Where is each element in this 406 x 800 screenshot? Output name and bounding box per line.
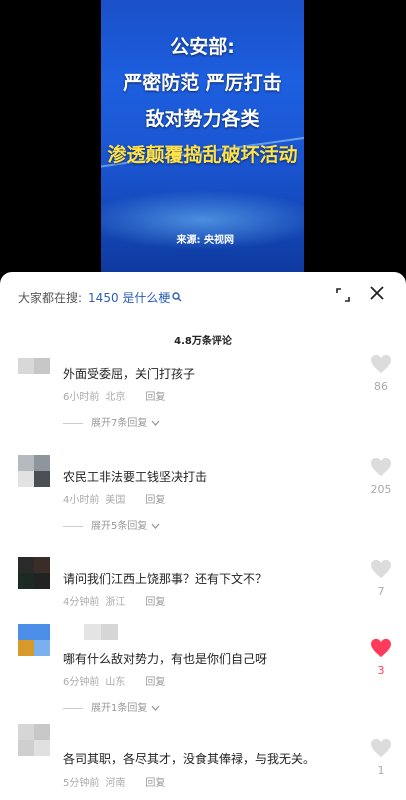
heart-icon: [371, 559, 391, 579]
comment-text: 各司其职，各尽其才，没食其俸禄，与我无关。: [63, 752, 316, 766]
comment-time: 6小时前: [63, 392, 100, 403]
divider: [63, 707, 83, 709]
comment-time: 4小时前: [63, 495, 100, 506]
heart-icon: [371, 457, 391, 477]
avatar[interactable]: [18, 358, 50, 390]
chevron-down-icon: [151, 420, 160, 426]
comment-location: 山东: [105, 677, 126, 688]
like-count: 205: [370, 483, 392, 496]
comment-time: 5分钟前: [63, 778, 100, 789]
video-source: 来源: 央视网: [176, 235, 234, 246]
heart-icon: [371, 638, 391, 658]
expand-replies-label: 展开7条回复: [91, 418, 148, 429]
username-placeholder: [84, 624, 118, 640]
like-button[interactable]: 7: [370, 559, 392, 598]
avatar[interactable]: [18, 557, 50, 589]
like-button[interactable]: 1: [370, 738, 392, 777]
heart-icon: [371, 738, 391, 758]
like-count: 86: [374, 380, 388, 393]
avatar[interactable]: [18, 455, 50, 487]
video-player[interactable]: 公安部: 严密防范 严厉打击 敌对势力各类 渗透颠覆捣乱破坏活动 来源: 央视网: [0, 0, 406, 280]
comment-meta: 6小时前 北京 回复: [63, 388, 171, 403]
like-button[interactable]: 205: [370, 457, 392, 496]
divider: [63, 525, 83, 527]
like-count: 1: [377, 764, 385, 777]
like-button[interactable]: 3: [370, 638, 392, 677]
comment-location: 北京: [105, 392, 126, 403]
like-button[interactable]: 86: [370, 354, 392, 393]
search-query[interactable]: 1450 是什么梗: [88, 291, 170, 305]
comment-meta: 4小时前 美国 回复: [63, 491, 171, 506]
comment-text: 哪有什么敌对势力，有也是你们自己呀: [63, 652, 268, 666]
reply-button[interactable]: 回复: [145, 597, 165, 608]
comment-text: 农民工非法要工钱坚决打击: [63, 470, 208, 484]
divider: [63, 422, 83, 424]
comment-meta: 6分钟前 山东 回复: [63, 673, 171, 688]
reply-button[interactable]: 回复: [145, 392, 165, 403]
comment-count: 4.8万条评论: [174, 336, 232, 347]
chevron-down-icon: [151, 523, 160, 529]
comment-location: 浙江: [105, 597, 126, 608]
comment-meta: 5分钟前 河南 回复: [63, 774, 171, 789]
like-count: 7: [377, 585, 385, 598]
reply-button[interactable]: 回复: [145, 677, 165, 688]
search-label: 大家都在搜:: [18, 291, 83, 305]
comment-text: 请问我们江西上饶那事？还有下文不？: [63, 572, 268, 586]
comment-text: 外面受委屈，关门打孩子: [63, 367, 196, 381]
reply-button[interactable]: 回复: [145, 778, 165, 789]
expand-replies-label: 展开5条回复: [91, 521, 148, 532]
reply-button[interactable]: 回复: [145, 495, 165, 506]
avatar[interactable]: [18, 624, 50, 656]
video-headline-4: 渗透颠覆捣乱破坏活动: [107, 144, 298, 166]
chevron-down-icon: [151, 705, 160, 711]
expand-replies[interactable]: 展开5条回复: [63, 517, 160, 532]
search-suggestion[interactable]: 大家都在搜: 1450 是什么梗: [18, 289, 182, 306]
close-icon[interactable]: [368, 284, 386, 302]
video-frame: 公安部: 严密防范 严厉打击 敌对势力各类 渗透颠覆捣乱破坏活动 来源: 央视网: [101, 0, 304, 272]
comment-location: 河南: [105, 778, 126, 789]
video-headline-1: 公安部:: [170, 36, 235, 58]
comment-time: 6分钟前: [63, 677, 100, 688]
expand-replies[interactable]: 展开7条回复: [63, 414, 160, 429]
expand-icon[interactable]: [336, 287, 350, 302]
video-headline-3: 敌对势力各类: [145, 108, 260, 130]
search-icon: [172, 291, 182, 305]
comment-sheet: 大家都在搜: 1450 是什么梗 4.8万条评论 外面受委屈，关门打孩子 6小时前…: [0, 272, 406, 800]
like-count: 3: [377, 664, 385, 677]
heart-icon: [371, 354, 391, 374]
avatar[interactable]: [18, 724, 50, 756]
video-headline-2: 严密防范 严厉打击: [123, 72, 282, 94]
comment-location: 美国: [105, 495, 126, 506]
expand-replies-label: 展开1条回复: [91, 703, 148, 714]
comment-meta: 4分钟前 浙江 回复: [63, 593, 171, 608]
comment-time: 4分钟前: [63, 597, 100, 608]
expand-replies[interactable]: 展开1条回复: [63, 699, 160, 714]
